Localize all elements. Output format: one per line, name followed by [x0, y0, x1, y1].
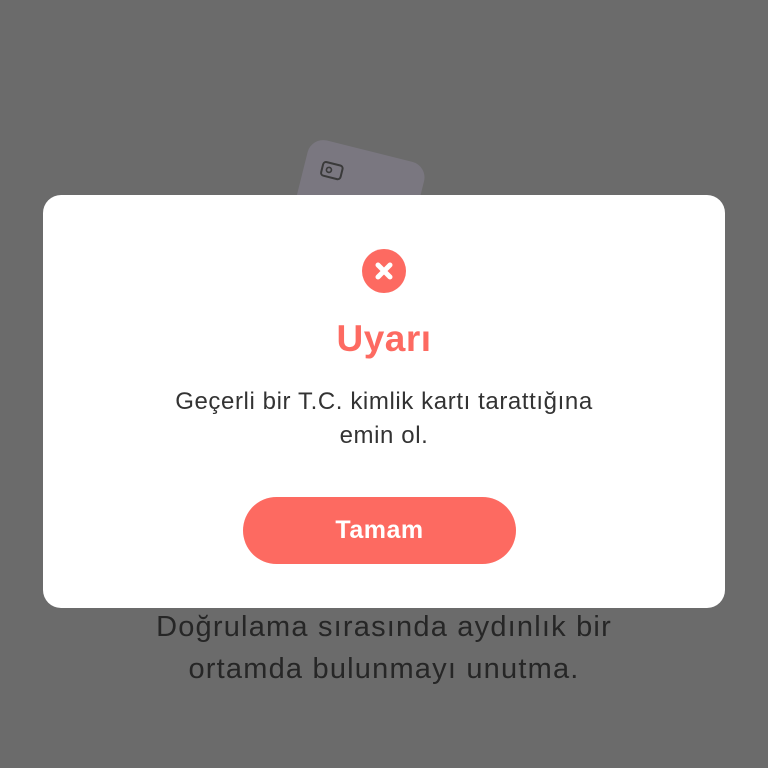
id-card-icon [318, 158, 346, 183]
lighting-hint-line-1: Doğrulama sırasında aydınlık bir [156, 611, 612, 643]
lighting-hint-line-2: ortamda bulunmayı unutma. [188, 653, 580, 685]
dialog-message: Geçerli bir T.C. kimlik kartı tarattığın… [103, 385, 665, 453]
dialog-message-line-1: Geçerli bir T.C. kimlik kartı tarattığın… [175, 388, 593, 415]
dialog-title: Uyarı [336, 318, 432, 359]
ok-button[interactable]: Tamam [243, 497, 516, 564]
dialog-message-line-2: emin ol. [339, 422, 429, 449]
error-x-icon [362, 249, 406, 293]
warning-dialog: Uyarı Geçerli bir T.C. kimlik kartı tara… [43, 195, 725, 608]
lighting-hint: Doğrulama sırasında aydınlık bir ortamda… [84, 606, 684, 690]
